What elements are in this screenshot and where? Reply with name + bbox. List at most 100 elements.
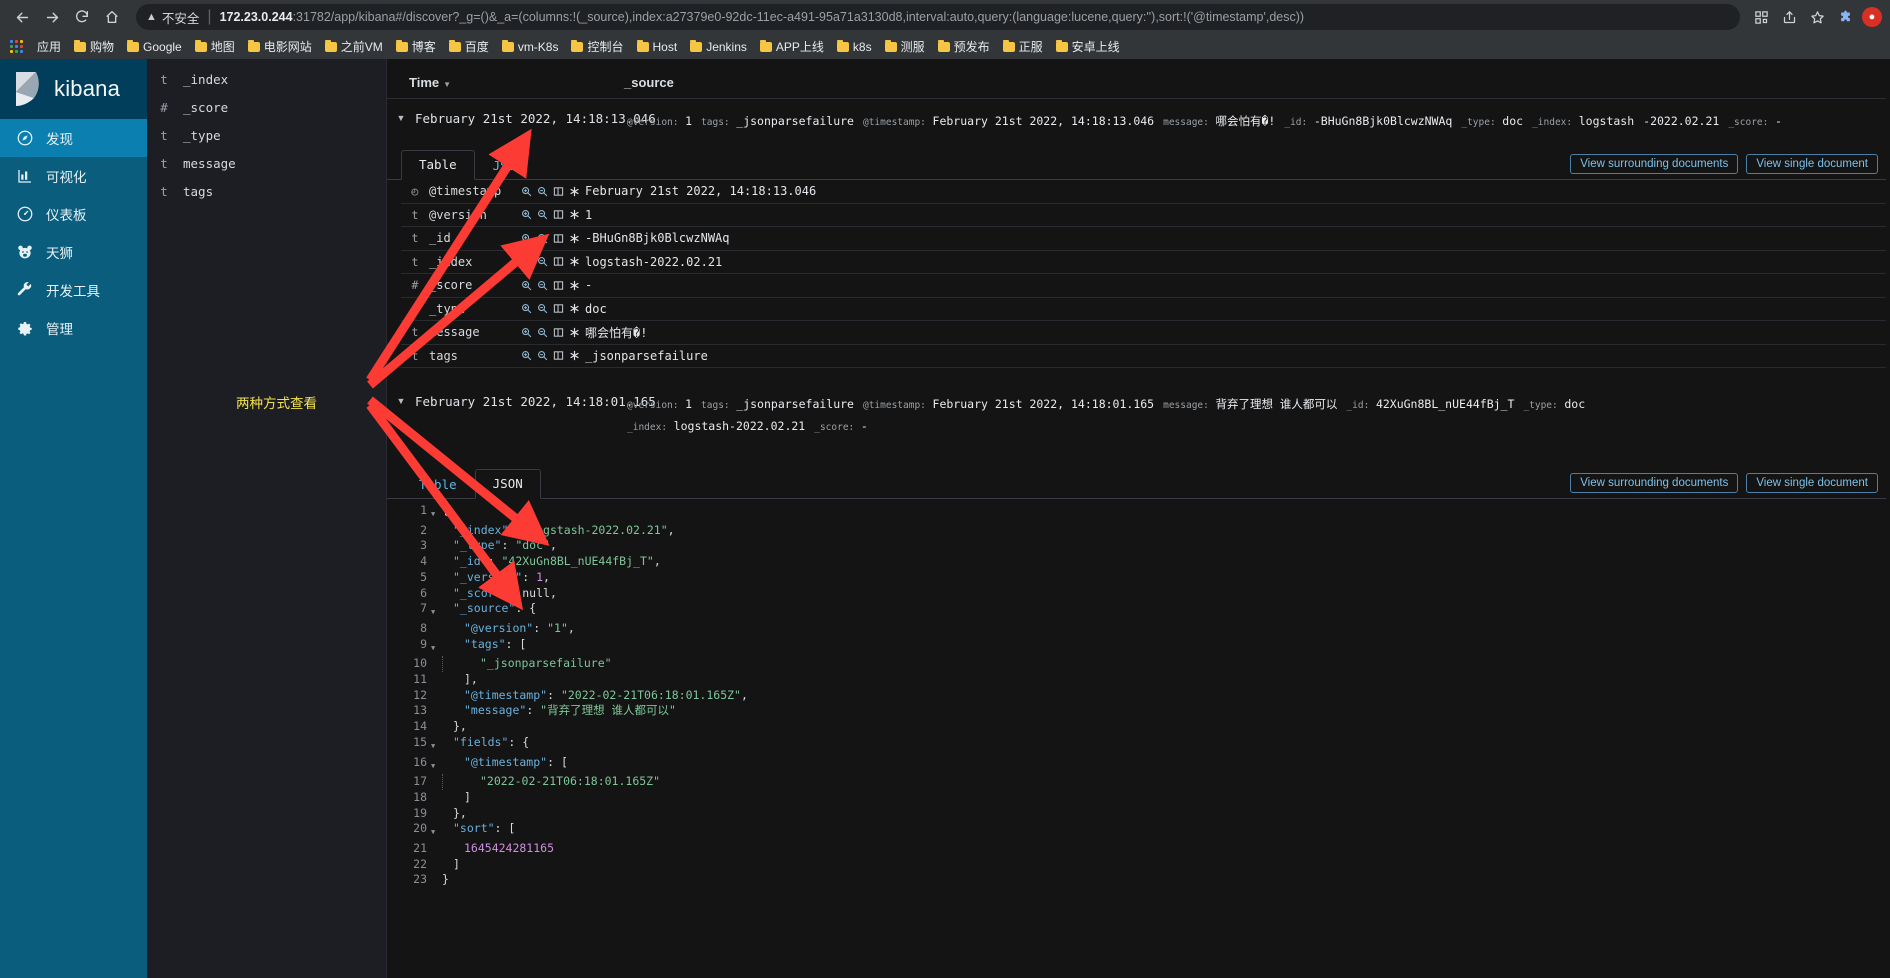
bookmark-item[interactable]: 电影网站 [242, 36, 318, 57]
zoom-in-icon[interactable] [521, 233, 532, 244]
home-icon[interactable] [98, 3, 126, 31]
json-token: "sort" [453, 821, 495, 836]
sidebar-item-4[interactable]: 天狮 [0, 233, 147, 271]
zoom-out-icon[interactable] [537, 327, 548, 338]
zoom-in-icon[interactable] [521, 350, 532, 361]
sidebar-item-6[interactable]: 管理 [0, 309, 147, 347]
share-icon[interactable] [1778, 6, 1800, 28]
zoom-in-icon[interactable] [521, 186, 532, 197]
expand-toggle-doc1[interactable]: ▼ [387, 111, 415, 133]
bookmark-item[interactable]: 博客 [390, 36, 442, 57]
toggle-column-icon[interactable] [553, 256, 564, 267]
sidebar-item-5[interactable]: 开发工具 [0, 271, 147, 309]
bookmark-item[interactable]: k8s [831, 38, 878, 56]
expand-toggle-doc2[interactable]: ▼ [387, 394, 415, 438]
scrollbar[interactable] [1886, 59, 1890, 978]
bookmark-item[interactable]: 地图 [189, 36, 241, 57]
fold-caret-icon[interactable]: ▼ [431, 503, 442, 523]
zoom-out-icon[interactable] [537, 233, 548, 244]
star-icon[interactable] [1806, 6, 1828, 28]
fold-caret-icon[interactable]: ▼ [431, 821, 442, 841]
toggle-column-icon[interactable] [553, 350, 564, 361]
zoom-in-icon[interactable] [521, 209, 532, 220]
kibana-logo[interactable]: kibana [0, 59, 147, 119]
address-bar[interactable]: ▲ 不安全 | 172.23.0.244:31782/app/kibana#/d… [136, 4, 1740, 30]
field-item-index[interactable]: t _index [147, 65, 386, 93]
bookmark-item[interactable]: 正服 [997, 36, 1049, 57]
zoom-in-icon[interactable] [521, 327, 532, 338]
zoom-out-icon[interactable] [537, 209, 548, 220]
zoom-out-icon[interactable] [537, 186, 548, 197]
filter-exists-icon[interactable] [569, 327, 580, 338]
col-header-time[interactable]: Time ▼ [409, 75, 624, 90]
source-field-key: _type: [1461, 117, 1496, 128]
bookmark-item[interactable]: 预发布 [932, 36, 996, 57]
json-token: 1 [536, 569, 544, 584]
qr-code-icon[interactable] [1750, 6, 1772, 28]
zoom-in-icon[interactable] [521, 256, 532, 267]
json-line-number: 19 [413, 805, 427, 820]
zoom-out-icon[interactable] [537, 303, 548, 314]
zoom-out-icon[interactable] [537, 350, 548, 361]
filter-exists-icon[interactable] [569, 233, 580, 244]
zoom-out-icon[interactable] [537, 280, 548, 291]
bookmark-item[interactable]: 之前VM [319, 36, 389, 57]
filter-exists-icon[interactable] [569, 209, 580, 220]
filter-exists-icon[interactable] [569, 256, 580, 267]
view-single-document-button[interactable]: View single document [1746, 473, 1878, 493]
filter-exists-icon[interactable] [569, 303, 580, 314]
apps-grid-icon[interactable] [10, 40, 23, 53]
back-icon[interactable] [8, 3, 36, 31]
tab-table-doc1[interactable]: Table [401, 150, 475, 180]
toggle-column-icon[interactable] [553, 186, 564, 197]
filter-exists-icon[interactable] [569, 280, 580, 291]
json-token: "_version" [453, 569, 523, 584]
caret-down-icon[interactable]: ▼ [443, 80, 451, 89]
bookmark-item[interactable]: Host [631, 38, 684, 56]
bookmark-item[interactable]: APP上线 [754, 36, 830, 57]
tab-json-doc2[interactable]: JSON [474, 469, 541, 499]
profile-avatar[interactable]: ● [1862, 7, 1882, 27]
zoom-in-icon[interactable] [521, 280, 532, 291]
view-single-document-button[interactable]: View single document [1746, 154, 1878, 174]
forward-icon[interactable] [38, 3, 66, 31]
bookmark-item[interactable]: 安卓上线 [1050, 36, 1126, 57]
zoom-out-icon[interactable] [537, 256, 548, 267]
json-code: ], [442, 672, 478, 688]
reload-icon[interactable] [68, 3, 96, 31]
bookmark-item[interactable]: 控制台 [565, 36, 629, 57]
filter-exists-icon[interactable] [569, 186, 580, 197]
fold-caret-icon[interactable]: ▼ [431, 637, 442, 657]
json-token: null [522, 585, 550, 600]
extensions-icon[interactable] [1834, 6, 1856, 28]
toggle-column-icon[interactable] [553, 327, 564, 338]
bookmark-item[interactable]: 应用 [31, 36, 67, 57]
bookmark-item[interactable]: vm-K8s [496, 38, 565, 56]
toggle-column-icon[interactable] [553, 280, 564, 291]
toggle-column-icon[interactable] [553, 233, 564, 244]
sidebar-item-2[interactable]: 可视化 [0, 157, 147, 195]
fold-caret-icon[interactable]: ▼ [431, 735, 442, 755]
toggle-column-icon[interactable] [553, 303, 564, 314]
bookmark-item[interactable]: 百度 [443, 36, 495, 57]
view-surrounding-documents-button[interactable]: View surrounding documents [1570, 154, 1739, 174]
fold-caret-icon[interactable]: ▼ [431, 601, 442, 621]
tab-json-doc1[interactable]: JSON [475, 151, 541, 180]
zoom-in-icon[interactable] [521, 303, 532, 314]
view-surrounding-documents-button[interactable]: View surrounding documents [1570, 473, 1739, 493]
sidebar-item-1[interactable]: 发现 [0, 119, 147, 157]
toggle-column-icon[interactable] [553, 209, 564, 220]
filter-exists-icon[interactable] [569, 350, 580, 361]
field-item-type[interactable]: t _type [147, 121, 386, 149]
folder-icon [1002, 39, 1015, 52]
bookmark-item[interactable]: Jenkins [684, 38, 753, 56]
bookmark-item[interactable]: 购物 [68, 36, 120, 57]
tab-table-doc2[interactable]: Table [401, 470, 475, 499]
field-item-score[interactable]: # _score [147, 93, 386, 121]
field-item-message[interactable]: t message [147, 149, 386, 177]
bookmark-item[interactable]: 测服 [879, 36, 931, 57]
bookmark-item[interactable]: Google [121, 38, 188, 56]
field-item-tags[interactable]: t tags [147, 177, 386, 205]
fold-caret-icon[interactable]: ▼ [431, 755, 442, 775]
sidebar-item-3[interactable]: 仪表板 [0, 195, 147, 233]
